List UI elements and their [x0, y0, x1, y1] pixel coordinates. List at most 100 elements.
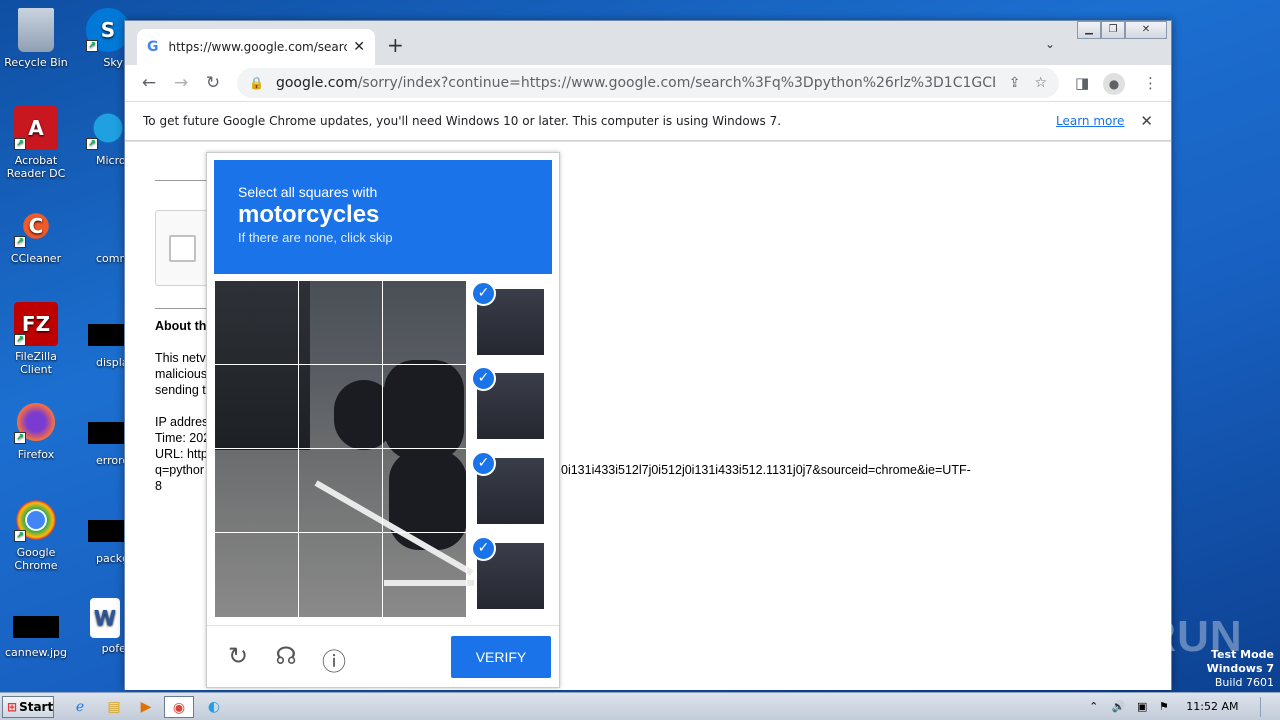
grid-tile[interactable] — [298, 532, 383, 618]
url-line-start: q=pythor — [155, 463, 204, 477]
maximize-button[interactable]: ❐ — [1101, 21, 1125, 39]
reload-challenge-icon[interactable]: ↻ — [223, 642, 253, 670]
paragraph-line: sending t — [155, 383, 206, 397]
build-text: Build 7601 — [1214, 676, 1274, 689]
grid-tile[interactable] — [214, 448, 299, 533]
share-icon[interactable]: ⇪ — [1009, 75, 1021, 91]
firefox-icon: ↗ — [14, 400, 58, 444]
minimize-button[interactable]: ▁ — [1077, 21, 1101, 39]
desktop-icon-label: Acrobat Reader DC — [6, 154, 66, 180]
internet-explorer-icon[interactable]: ℯ — [66, 696, 94, 718]
file-explorer-icon[interactable]: ▤ — [100, 696, 128, 718]
grid-tile[interactable] — [214, 364, 299, 449]
grid-tile[interactable] — [298, 280, 383, 365]
desktop-icon-label: Firefox — [17, 448, 55, 461]
grid-tile[interactable] — [382, 448, 467, 533]
menu-kebab-icon[interactable]: ⋮ — [1143, 65, 1158, 101]
url-domain: google.com — [275, 75, 358, 91]
os-text: Windows 7 — [1206, 662, 1274, 675]
checkmark-icon: ✓ — [471, 366, 496, 391]
show-desktop-button[interactable] — [1260, 697, 1270, 717]
about-heading: About th — [155, 319, 207, 333]
audio-challenge-headphones-icon[interactable]: ☊ — [271, 642, 301, 670]
windows-logo-icon: ⊞ — [7, 700, 18, 714]
grid-tile[interactable] — [214, 532, 299, 618]
challenge-header: Select all squares with motorcycles If t… — [214, 160, 552, 274]
volume-icon[interactable]: 🔊 — [1112, 700, 1126, 713]
challenge-footer: ↻ ☊ ⓘ VERIFY — [207, 625, 559, 689]
file-thumbnail-icon — [13, 616, 59, 638]
chrome-taskbar-icon[interactable]: ◉ — [164, 696, 194, 718]
clock[interactable]: 11:52 AM — [1186, 700, 1238, 713]
desktop-icon-label: FileZilla Client — [15, 350, 57, 376]
profile-avatar-icon[interactable]: ● — [1103, 65, 1125, 101]
tab-search-chevron-icon[interactable]: ⌄ — [1045, 37, 1055, 51]
grid-tile[interactable] — [382, 364, 467, 449]
update-infobar: To get future Google Chrome updates, you… — [125, 101, 1171, 141]
ip-line: IP addres — [155, 415, 209, 429]
google-favicon-icon: G — [147, 39, 159, 55]
edge-taskbar-icon[interactable]: ◐ — [200, 696, 228, 718]
desktop-icon-filezilla[interactable]: FZ ↗ FileZilla Client — [0, 302, 72, 376]
network-icon[interactable]: ▣ — [1137, 700, 1147, 713]
side-panel-icon[interactable]: ◨ — [1075, 65, 1089, 101]
grid-tile[interactable] — [382, 280, 467, 365]
checkmark-icon: ✓ — [471, 536, 496, 561]
close-infobar-icon[interactable]: ✕ — [1140, 112, 1153, 130]
media-player-icon[interactable]: ▶ — [132, 696, 160, 718]
system-tray: ⌃ 🔊 ▣ ⚑ 11:52 AM — [1089, 693, 1270, 720]
time-line: Time: 202 — [155, 431, 211, 445]
new-tab-button[interactable]: + — [387, 35, 404, 55]
address-bar[interactable]: 🔒 google.com/sorry/index?continue=https:… — [237, 68, 1059, 98]
desktop-icon-cannew[interactable]: cannew.jpg — [0, 604, 72, 659]
test-mode-label: Test Mode Windows 7 Build 7601 — [1207, 648, 1274, 690]
browser-toolbar: ← → ↻ 🔒 google.com/sorry/index?continue=… — [125, 65, 1171, 101]
desktop-icon-firefox[interactable]: ↗ Firefox — [0, 400, 72, 461]
infobar-message: To get future Google Chrome updates, you… — [143, 114, 782, 128]
challenge-instruction: Select all squares with — [238, 184, 378, 200]
url-path: /sorry/index?continue=https://www.google… — [357, 75, 995, 91]
paragraph-line: This netv — [155, 351, 206, 365]
desktop-icon-chrome[interactable]: ↗ Google Chrome — [0, 498, 72, 572]
challenge-hint: If there are none, click skip — [238, 230, 393, 245]
grid-tile[interactable] — [298, 448, 383, 533]
file-thumbnail-icon — [88, 520, 124, 542]
grid-tile[interactable] — [382, 532, 467, 618]
lock-icon: 🔒 — [249, 76, 264, 90]
acrobat-icon: A ↗ — [14, 106, 58, 150]
filezilla-icon: FZ ↗ — [14, 302, 58, 346]
learn-more-link[interactable]: Learn more — [1056, 114, 1124, 128]
checkmark-icon: ✓ — [471, 281, 496, 306]
grid-tile[interactable] — [298, 364, 383, 449]
desktop-icon-recycle-bin[interactable]: Recycle Bin — [0, 8, 72, 69]
show-hidden-icons-icon[interactable]: ⌃ — [1089, 700, 1098, 713]
reload-icon[interactable]: ↻ — [197, 73, 229, 93]
help-info-icon[interactable]: ⓘ — [319, 642, 349, 677]
grid-tile[interactable] — [214, 280, 299, 365]
desktop-icon-label: Google Chrome — [14, 546, 58, 572]
desktop-icon-label: Recycle Bin — [4, 56, 68, 69]
desktop-icon-label: CCleaner — [10, 252, 62, 265]
taskbar: ⊞ Start ℯ ▤ ▶ ◉ ◐ ⌃ 🔊 ▣ ⚑ 11:52 AM — [0, 692, 1280, 720]
file-thumbnail-icon — [88, 324, 124, 346]
close-window-button[interactable]: ✕ — [1125, 21, 1167, 39]
browser-tab[interactable]: G https://www.google.com/search?q= ✕ — [137, 29, 375, 65]
ccleaner-icon: C ↗ — [14, 204, 58, 248]
recaptcha-checkbox[interactable] — [169, 235, 196, 262]
url-line-last: 8 — [155, 479, 162, 493]
recycle-bin-icon — [18, 8, 54, 52]
back-arrow-icon[interactable]: ← — [133, 73, 165, 93]
desktop-icon-ccleaner[interactable]: C ↗ CCleaner — [0, 204, 72, 265]
recaptcha-challenge: Select all squares with motorcycles If t… — [206, 152, 560, 688]
desktop-icon-acrobat[interactable]: A ↗ Acrobat Reader DC — [0, 106, 72, 180]
bookmark-star-icon[interactable]: ☆ — [1034, 75, 1047, 91]
close-tab-icon[interactable]: ✕ — [353, 39, 365, 55]
start-button[interactable]: ⊞ Start — [2, 696, 54, 718]
action-center-flag-icon[interactable]: ⚑ — [1159, 700, 1169, 713]
tab-strip: G https://www.google.com/search?q= ✕ + ⌄… — [125, 21, 1171, 65]
checkmark-icon: ✓ — [471, 451, 496, 476]
verify-button[interactable]: VERIFY — [451, 636, 551, 678]
paragraph-line: malicious — [155, 367, 208, 381]
forward-arrow-icon[interactable]: → — [165, 73, 197, 93]
desktop-icon-label: cannew.jpg — [4, 646, 67, 659]
